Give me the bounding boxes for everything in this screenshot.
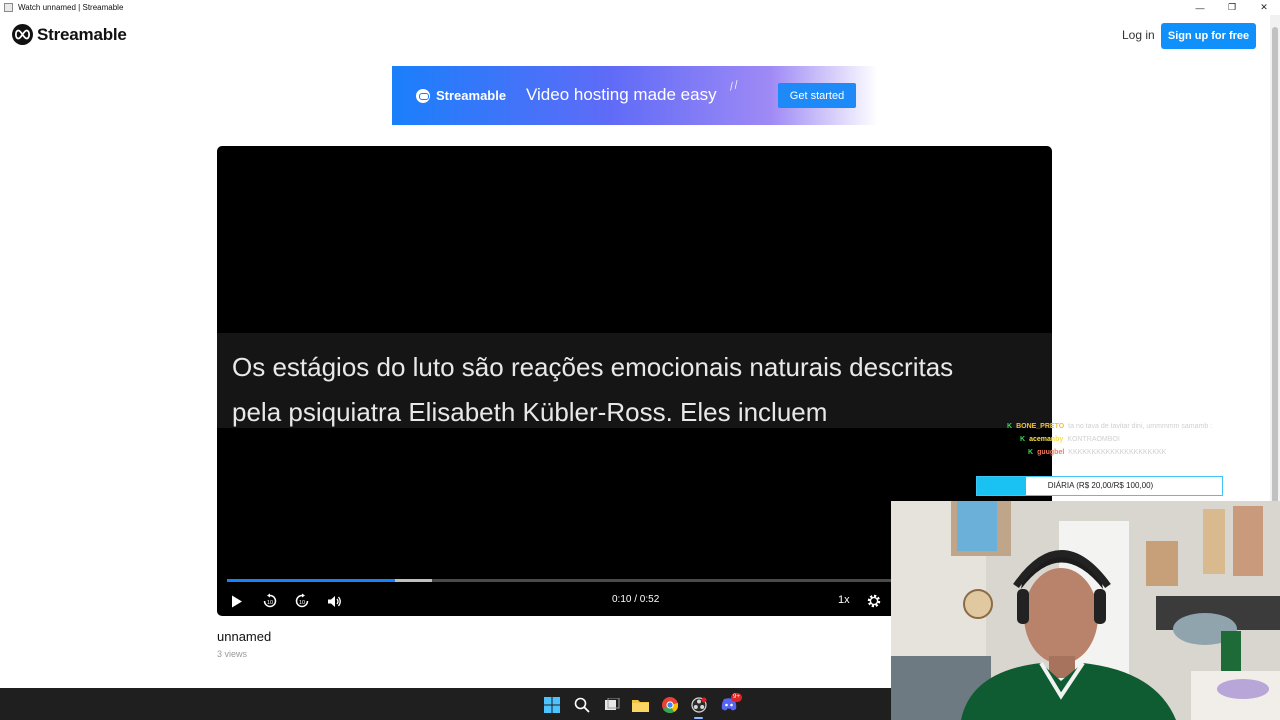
chat-badge-icon: K — [1007, 423, 1013, 430]
chat-text: ta no tava de tavitar dini, ummmmm samam… — [1068, 423, 1213, 430]
close-button[interactable]: ✕ — [1248, 0, 1280, 15]
window-controls: — ❐ ✕ — [1184, 0, 1280, 15]
streamable-logo-icon — [12, 24, 33, 45]
banner-logo-text: Streamable — [436, 88, 507, 103]
task-view-icon[interactable] — [603, 696, 620, 713]
chat-message: K BONE_PRETO ta no tava de tavitar dini, u… — [1007, 423, 1212, 434]
site-header: Streamable Log in Sign up for free — [0, 15, 1270, 57]
windows-start-icon[interactable] — [543, 696, 560, 713]
chat-message: Kacemanby KONTRAOMBOI — [1020, 436, 1120, 447]
active-app-indicator — [694, 717, 703, 719]
logo-text: Streamable — [37, 24, 127, 44]
progress-played — [227, 579, 395, 582]
chat-badge-icon: K — [1028, 449, 1034, 456]
chat-text: KKKKKKKKKKKKKKKKKKKKK — [1068, 449, 1167, 456]
banner-tagline: Video hosting made easy — [526, 85, 717, 104]
video-title: unnamed — [217, 629, 272, 644]
chat-message: Kguugbel KKKKKKKKKKKKKKKKKKKKK — [1028, 449, 1166, 460]
chat-username: guugbel — [1037, 449, 1065, 456]
playback-speed-button[interactable]: 1x — [838, 594, 850, 606]
play-icon[interactable] — [227, 591, 247, 611]
chat-badge-icon: K — [1020, 436, 1026, 443]
goal-label: DIÁRIA (R$ 20,00/R$ 100,00) — [1047, 481, 1154, 490]
streamable-logo[interactable]: Streamable — [12, 24, 127, 45]
svg-text:10: 10 — [267, 600, 273, 606]
chat-username: acemanby — [1029, 436, 1064, 443]
webcam-image — [891, 501, 1280, 720]
window-titlebar: Watch unnamed | Streamable — ❐ ✕ — [0, 0, 1280, 15]
signup-button[interactable]: Sign up for free — [1161, 23, 1256, 49]
chrome-icon[interactable] — [661, 696, 678, 713]
window-title: Watch unnamed | Streamable — [18, 3, 124, 12]
chat-text: KONTRAOMBOI — [1067, 436, 1120, 443]
login-link[interactable]: Log in — [1122, 28, 1155, 42]
webcam-overlay — [891, 501, 1280, 720]
windows-taskbar: 9+ — [0, 688, 891, 720]
discord-notification-badge: 9+ — [731, 693, 742, 702]
banner-logo-icon — [416, 88, 430, 103]
time-display: 0:10 / 0:52 — [612, 594, 660, 605]
search-icon[interactable] — [573, 696, 590, 713]
file-explorer-icon[interactable] — [632, 696, 649, 713]
donation-goal-bar: DIÁRIA (R$ 20,00/R$ 100,00) — [976, 476, 1223, 496]
chat-username: BONE_PRETO — [1016, 423, 1065, 430]
view-count: 3 views — [217, 649, 248, 659]
volume-icon[interactable] — [324, 591, 344, 611]
svg-text:10: 10 — [299, 600, 305, 606]
app-icon — [4, 3, 13, 12]
banner-logo: Streamable — [416, 88, 506, 103]
restore-button[interactable]: ❐ — [1216, 0, 1248, 15]
minimize-button[interactable]: — — [1184, 0, 1216, 15]
gear-icon[interactable] — [864, 591, 884, 611]
sparkle-icon: ⁄ ⁄ — [729, 79, 740, 93]
ad-banner[interactable]: Streamable Video hosting made easy ⁄ ⁄ G… — [392, 66, 878, 125]
obs-icon[interactable] — [690, 696, 707, 713]
get-started-button[interactable]: Get started — [778, 83, 856, 108]
subtitle-band: Os estágios do luto são reações emociona… — [217, 333, 1052, 428]
forward-10-icon[interactable]: 10 — [292, 591, 312, 611]
video-subtitle: Os estágios do luto são reações emociona… — [232, 352, 954, 427]
rewind-10-icon[interactable]: 10 — [260, 591, 280, 611]
